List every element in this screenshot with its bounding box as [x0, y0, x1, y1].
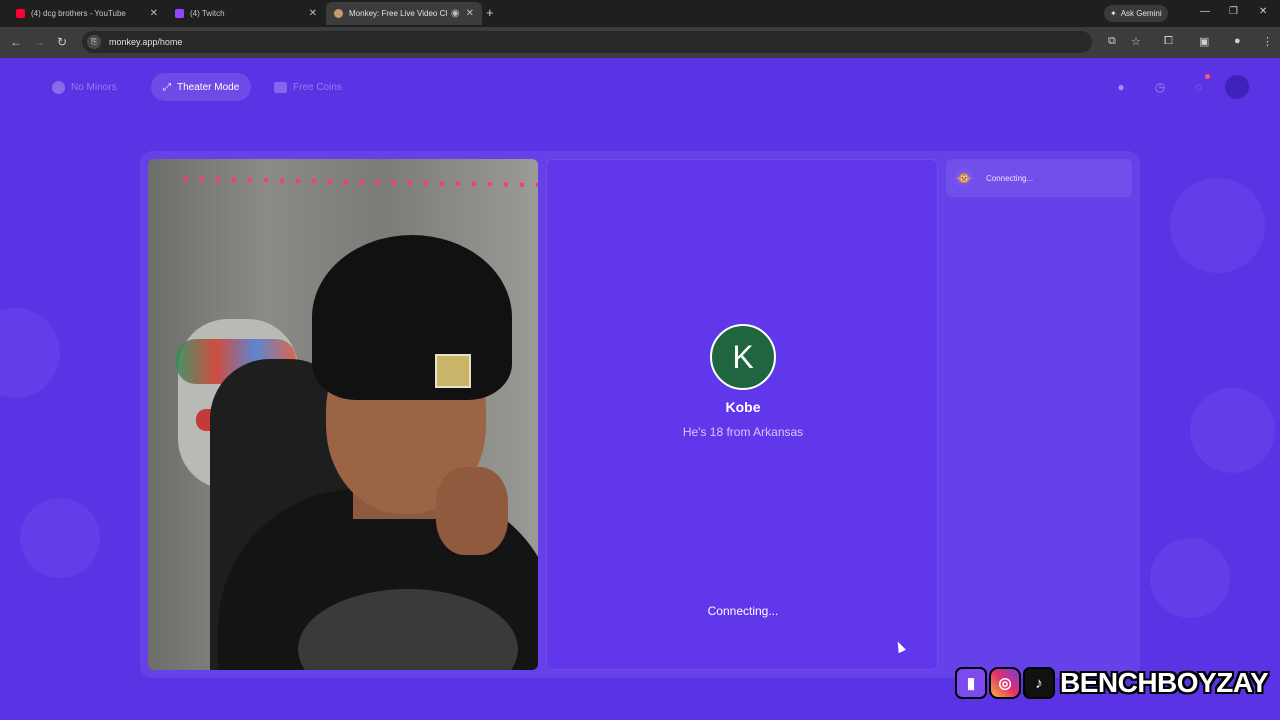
forward-icon[interactable]: →	[33, 35, 45, 49]
chat-status-row: 🐵 Connecting...	[946, 159, 1132, 197]
side-panel-icon[interactable]: ▣	[1199, 35, 1209, 48]
local-video	[148, 159, 538, 670]
profile-icon[interactable]: ●	[1234, 35, 1241, 47]
background-blob	[1190, 388, 1275, 473]
tab-youtube[interactable]: (4) dcg brothers - YouTube ✕	[8, 2, 166, 25]
instagram-icon: ◎	[989, 667, 1021, 699]
star-icon[interactable]: ☆	[1131, 35, 1141, 48]
notification-dot	[1205, 74, 1210, 79]
tab-title: Monkey: Free Live Video Ch	[349, 9, 447, 18]
close-window-icon[interactable]: ✕	[1259, 6, 1267, 17]
monkey-icon: 🐵	[954, 168, 974, 188]
extensions-icon[interactable]: ⧠	[1164, 35, 1173, 48]
peer-name: Kobe	[725, 399, 761, 415]
install-app-icon[interactable]: ⧉	[1108, 35, 1116, 48]
no-minors-button[interactable]: No Minors	[40, 73, 129, 101]
clock-icon[interactable]: ◷	[1150, 77, 1170, 97]
restore-icon[interactable]: ❐	[1229, 6, 1238, 17]
streamer-watermark: ▮ ◎ ♪ BENCHBOYZAY	[955, 665, 1269, 701]
free-coins-button[interactable]: Free Coins	[262, 73, 354, 101]
profile-avatar[interactable]	[1225, 75, 1249, 99]
browser-toolbar: ← → ↻ ⎘ monkey.app/home ⧉ ☆ ⧠ ▣ ● ⋮	[0, 27, 1280, 58]
peer-panel: K Kobe He's 18 from Arkansas Connecting.…	[546, 159, 938, 670]
no-minors-icon	[52, 80, 65, 94]
chat-status-text: Connecting...	[986, 173, 1034, 183]
background-blob	[20, 498, 100, 578]
no-minors-label: No Minors	[71, 81, 117, 93]
background-blob	[1150, 538, 1230, 618]
connection-status: Connecting...	[707, 604, 779, 618]
tab-title: (4) dcg brothers - YouTube	[31, 9, 126, 18]
ask-gemini-label: Ask Gemini	[1120, 9, 1162, 18]
minimize-icon[interactable]: —	[1200, 6, 1210, 17]
theater-mode-label: Theater Mode	[177, 81, 240, 93]
twitch-icon: ▮	[955, 667, 987, 699]
youtube-icon	[16, 9, 25, 18]
tab-monkey[interactable]: Monkey: Free Live Video Ch ◉ ✕	[326, 2, 482, 25]
close-tab-icon[interactable]: ✕	[309, 8, 317, 19]
browser-tab-strip: (4) dcg brothers - YouTube ✕ (4) Twitch …	[0, 0, 1280, 27]
avatar-icon[interactable]: ●	[1111, 77, 1131, 97]
monkey-favicon-icon	[334, 9, 343, 18]
sparkle-icon: ✦	[1110, 9, 1117, 18]
menu-icon[interactable]: ⋮	[1262, 35, 1273, 48]
chat-icon[interactable]: ◌	[1189, 74, 1210, 97]
beanie	[312, 235, 512, 400]
chat-panel: 🐵 Connecting...	[946, 159, 1132, 670]
streamer-name: BENCHBOYZAY	[1060, 667, 1269, 698]
background-blob	[1170, 178, 1265, 273]
coins-icon	[274, 81, 287, 93]
tiktok-icon: ♪	[1023, 667, 1055, 699]
beanie-patch	[435, 354, 471, 388]
recording-indicator-icon: ◉	[450, 8, 460, 19]
monkey-page: No Minors ⤢ Theater Mode Free Coins ● ◷ …	[0, 58, 1280, 720]
reload-icon[interactable]: ↻	[57, 35, 67, 49]
peer-avatar: K	[710, 324, 776, 390]
close-tab-icon[interactable]: ✕	[150, 8, 158, 19]
back-icon[interactable]: ←	[10, 35, 22, 49]
new-tab-button[interactable]: +	[486, 5, 494, 20]
tab-title: (4) Twitch	[190, 9, 225, 18]
free-coins-label: Free Coins	[293, 81, 342, 93]
top-navigation: No Minors ⤢ Theater Mode Free Coins ● ◷ …	[0, 58, 1280, 118]
person-hand	[436, 467, 508, 555]
site-info-icon[interactable]: ⎘	[87, 35, 101, 49]
background-blob	[0, 308, 60, 398]
url-text: monkey.app/home	[109, 37, 183, 47]
theater-mode-button[interactable]: ⤢ Theater Mode	[151, 73, 252, 101]
close-tab-icon[interactable]: ✕	[466, 8, 474, 19]
peer-info: He's 18 from Arkansas	[682, 425, 804, 439]
ask-gemini-button[interactable]: ✦ Ask Gemini	[1104, 5, 1168, 22]
twitch-favicon-icon	[175, 9, 184, 18]
tab-twitch[interactable]: (4) Twitch ✕	[167, 2, 325, 25]
expand-icon: ⤢	[163, 81, 171, 93]
address-bar[interactable]: ⎘ monkey.app/home	[82, 31, 1092, 53]
